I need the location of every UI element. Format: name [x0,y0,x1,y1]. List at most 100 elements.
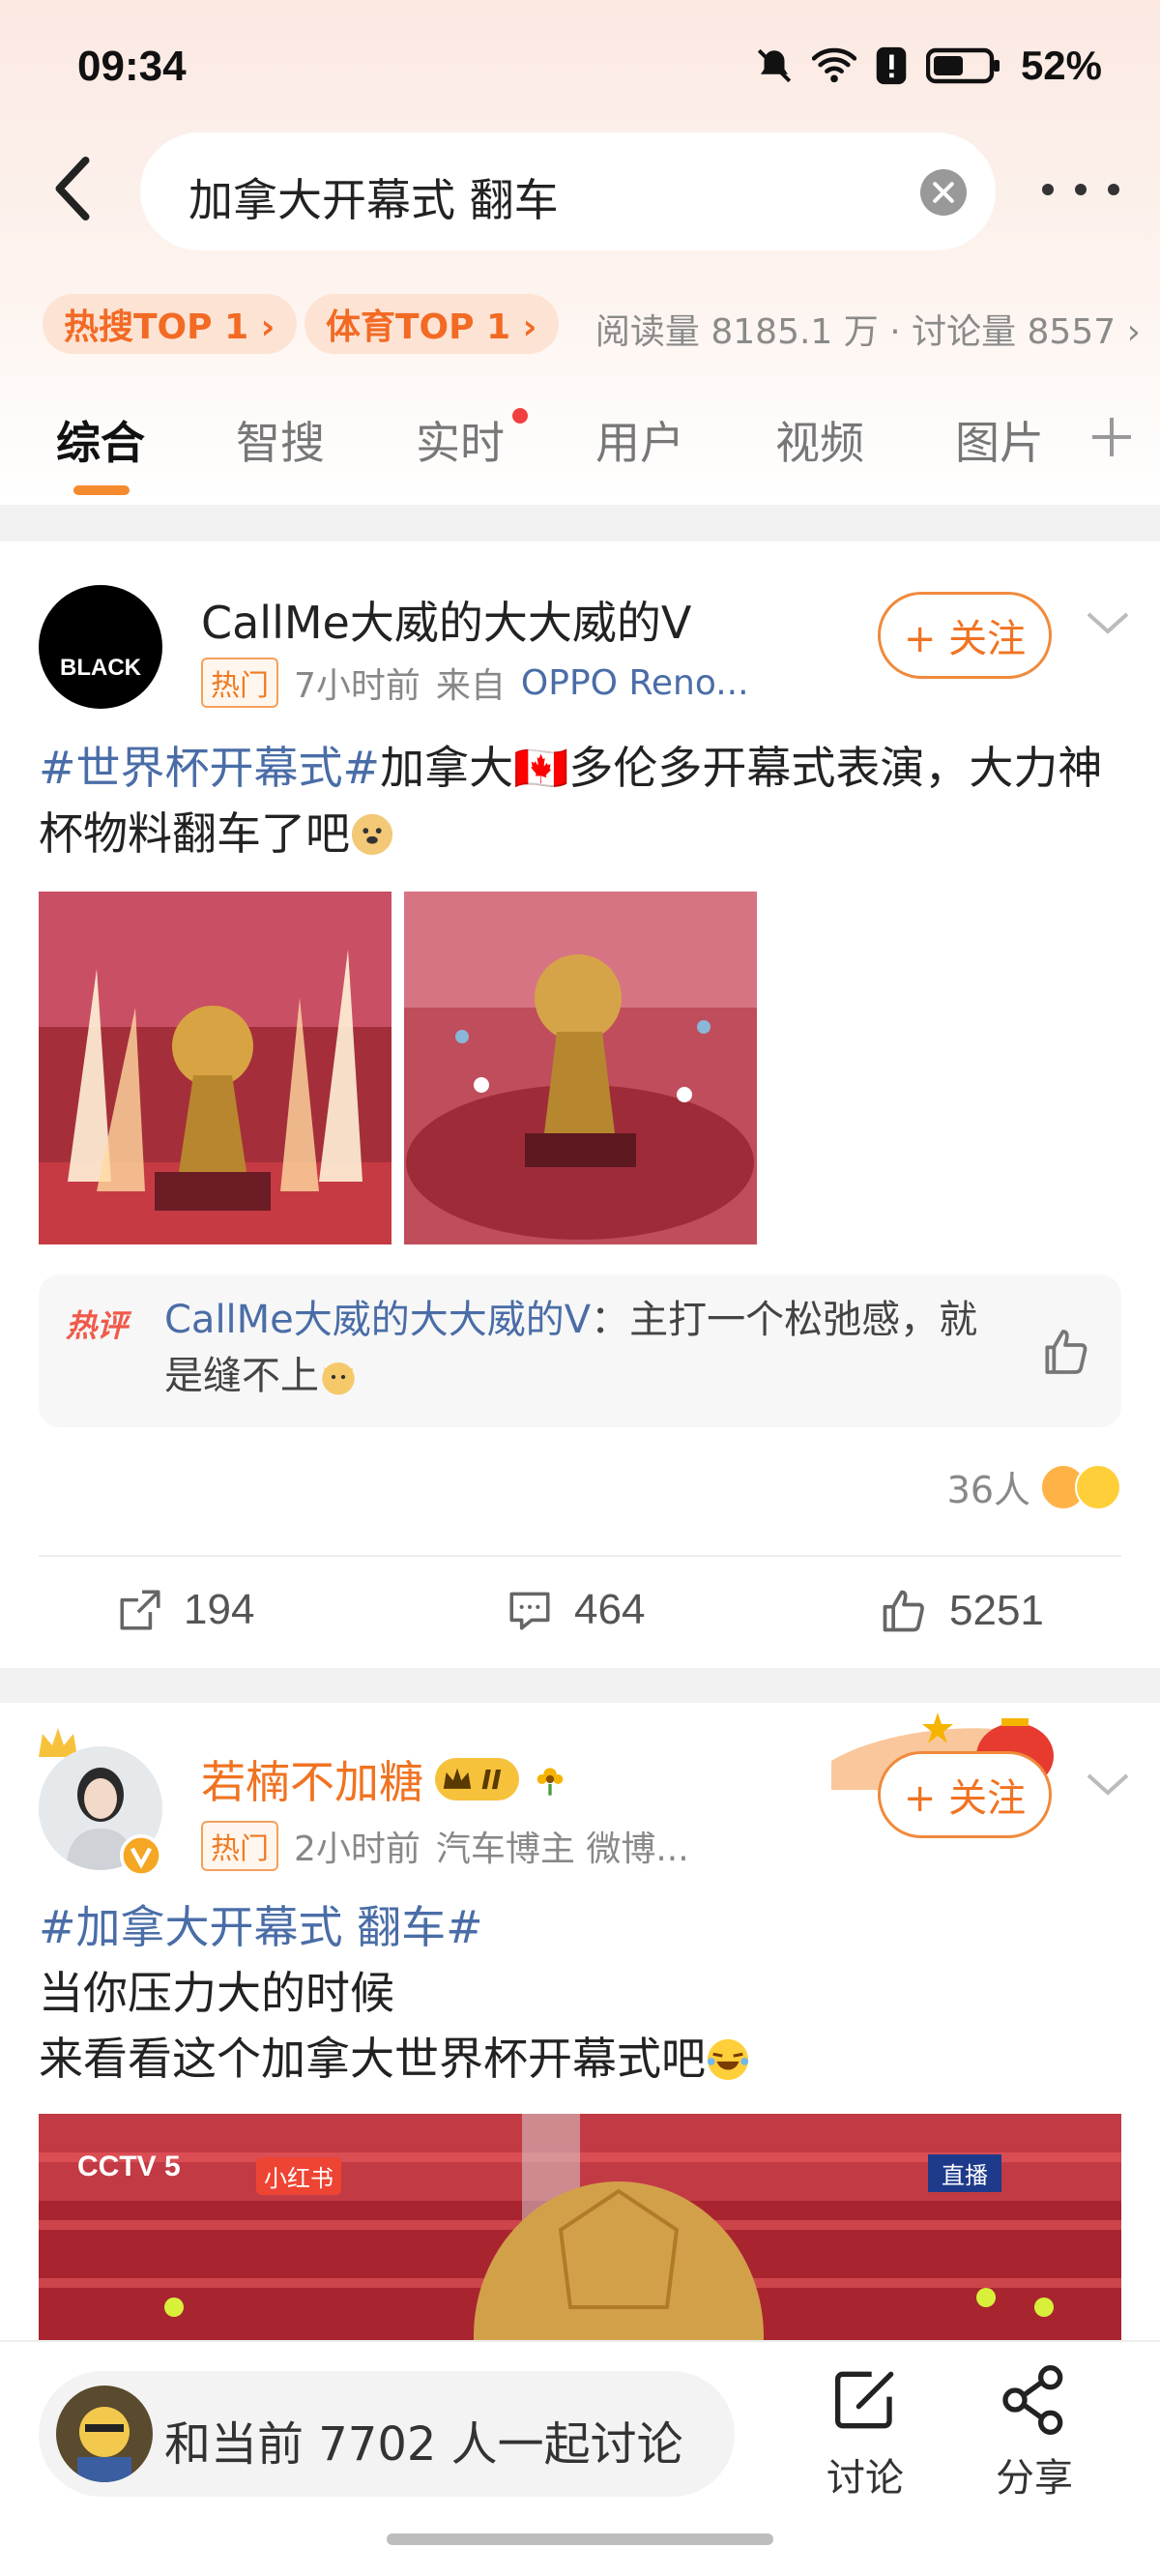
post-text: 来看看这个加拿大世界杯开幕式吧 [39,2033,706,2085]
channel-logo: CCTV 5 [77,2151,181,2182]
member-level-badge: II [435,1758,519,1800]
video-thumbnail[interactable]: CCTV 5 小红书 直播 [39,2114,1121,2346]
stadium-trophy-image [404,892,757,1244]
battery-icon [925,47,1000,84]
cat-emoji-icon [322,1362,355,1395]
discuss-button[interactable]: 讨论 [807,2361,923,2503]
close-icon [933,182,954,203]
thumbs-up-icon[interactable] [1038,1325,1092,1379]
member-level: II [481,1763,502,1796]
watermark-tag: 小红书 [256,2157,341,2195]
post-meta: 热门 7小时前 来自 OPPO Reno... [201,658,749,708]
post-text: 加拿大 [380,742,514,794]
share-button[interactable]: 分享 [976,2361,1092,2503]
post-body: #加拿大开幕式 翻车# 当你压力大的时候 来看看这个加拿大世界杯开幕式吧 [39,1894,1121,2092]
hot-comment[interactable]: 热评 CallMe大威的大大威的V：主打一个松弛感，就是缝不上 [39,1274,1121,1427]
post-card: 若楠不加糖 II 热门 2小时前 汽车博主 微博... + 关注 #加拿大开幕式… [0,1703,1160,2346]
back-button[interactable] [39,155,106,222]
avatar-text: BLACK [60,655,141,681]
active-tab-indicator [73,485,130,495]
live-tag: 直播 [928,2154,1001,2192]
username-row: 若楠不加糖 II [201,1747,569,1811]
more-options-button[interactable] [1042,170,1119,209]
hot-comment-label: 热评 [66,1307,129,1344]
doge-emoji-icon [351,813,393,856]
source-prefix: 来自 [435,666,506,706]
add-tab-icon[interactable] [1088,414,1135,460]
hot-tag: 热门 [201,1821,278,1871]
post-time: 7小时前 [294,666,420,706]
crown-icon [443,1768,472,1789]
like-button[interactable]: 5251 [878,1586,1044,1636]
stadium-fireworks-image [39,892,392,1244]
clear-search-button[interactable] [920,169,967,216]
topic-link[interactable]: #世界杯开幕式# [39,742,380,794]
sports-rank-badge[interactable]: 体育TOP 1 › [304,294,559,354]
repost-count: 194 [184,1586,255,1633]
alert-icon [876,46,907,85]
comment-icon [509,1592,550,1630]
laugh-emoji-icon [1075,1463,1121,1510]
tab-yonghu[interactable]: 用户 [595,408,684,472]
read-discuss-stats[interactable]: 阅读量 8185.1 万 · 讨论量 8557 › [595,304,1141,354]
post-text-line: 当你压力大的时候 [39,1967,394,2019]
result-tabs: 综合 智搜 实时 用户 视频 图片 [0,396,1160,503]
discuss-prompt: 和当前 7702 人一起讨论 [164,2417,683,2472]
user-avatar-image [56,2386,153,2482]
post-body: #世界杯开幕式#加拿大🇨🇦多伦多开幕式表演，大力神杯物料翻车了吧 [39,735,1121,866]
join-discussion-input[interactable]: 和当前 7702 人一起讨论 [39,2371,735,2497]
post-card: BLACK CallMe大威的大大威的V 热门 7小时前 来自 OPPO Ren… [0,542,1160,1668]
chevron-down-icon[interactable] [1085,1771,1131,1800]
more-dot-icon [1075,184,1087,195]
topic-stats-row: 热搜TOP 1 › 体育TOP 1 › 阅读量 8185.1 万 · 讨论量 8… [0,290,1160,358]
tab-tupian[interactable]: 图片 [955,408,1044,472]
divider [39,1555,1121,1557]
post-image[interactable] [39,892,392,1244]
discuss-label: 讨论 [826,2456,904,2501]
avatar[interactable]: BLACK [39,585,162,709]
likers-row[interactable]: 36人 [947,1460,1121,1513]
tab-zhisou[interactable]: 智搜 [236,408,325,472]
back-arrow-icon [55,156,90,221]
follow-button[interactable]: + 关注 [878,592,1052,679]
tab-zonghe[interactable]: 综合 [56,408,145,472]
share-icon [1002,2365,1063,2435]
post-source[interactable]: OPPO Reno... [521,663,749,703]
edit-icon [835,2371,894,2429]
search-input[interactable]: 加拿大开幕式 翻车 [140,132,996,250]
hot-comment-user[interactable]: CallMe大威的大大威的V [164,1298,591,1342]
post-text-line: 来看看这个加拿大世界杯开幕式吧 [39,2026,1121,2092]
like-count: 5251 [949,1587,1044,1634]
status-time: 09:34 [77,43,187,90]
stadium-video-frame [39,2114,1121,2346]
post-meta: 热门 2小时前 汽车博主 微博... [201,1821,689,1871]
post-meta-extra: 汽车博主 微博... [435,1830,689,1869]
follow-button[interactable]: + 关注 [878,1751,1052,1838]
share-label: 分享 [996,2456,1073,2501]
search-row: 加拿大开幕式 翻车 [0,128,1160,253]
hot-search-rank-badge[interactable]: 热搜TOP 1 › [43,294,297,354]
likers-count: 36人 [946,1469,1030,1511]
canada-flag-icon: 🇨🇦 [513,742,569,794]
username[interactable]: 若楠不加糖 [201,1747,423,1811]
mute-bell-icon [757,48,792,83]
chevron-down-icon[interactable] [1085,609,1131,638]
topic-link[interactable]: #加拿大开幕式 翻车# [39,1894,1121,1960]
post-time: 2小时前 [294,1830,420,1869]
home-indicator[interactable] [387,2533,773,2545]
wifi-icon [811,47,856,83]
comment-count: 464 [574,1586,646,1633]
avatar [56,2386,153,2482]
comment-button[interactable]: 464 [505,1586,645,1634]
verified-badge-icon [120,1834,162,1877]
more-dot-icon [1108,184,1119,195]
post-image[interactable] [404,892,757,1244]
new-content-dot [512,408,528,424]
hot-tag: 热门 [201,658,278,708]
tab-shipin[interactable]: 视频 [775,408,864,472]
username[interactable]: CallMe大威的大大威的V [201,588,691,652]
repost-button[interactable]: 194 [116,1586,254,1634]
thumbs-up-icon [883,1590,924,1632]
tab-shishi[interactable]: 实时 [416,408,505,472]
section-gap [0,505,1160,542]
